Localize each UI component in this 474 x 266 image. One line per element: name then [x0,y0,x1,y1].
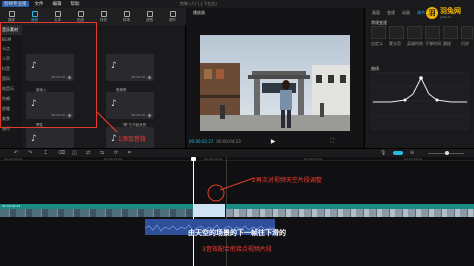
music-note-icon: ♪ [31,134,37,144]
add-icon[interactable]: + [147,75,152,80]
music-note-icon: ♪ [111,61,117,71]
preset-label: 蒙太奇 [389,41,401,46]
total-time: 00:00:04:23 [216,138,241,144]
preset-label: 闪进 [461,41,469,46]
preset-custom[interactable] [371,26,386,39]
annotation-arrow [96,111,118,133]
sound-card[interactable]: ♪ 00:00:30 + [106,54,154,81]
player-panel: 播放器 00:00:02:27 00:00:04:23 ▶ ⛶ [187,8,363,148]
crop-icon[interactable]: ⌗ [128,150,131,156]
speed-label: 常规变速 [371,20,387,25]
tab-transition[interactable]: 转场 [115,8,138,25]
rotate-icon[interactable]: ⟳ [114,150,118,156]
fullscreen-icon[interactable]: ⛶ [330,138,334,144]
sticker-icon [77,10,84,17]
subtitle-caption: 由天空的场景的下一帧往下滑的 [188,229,286,237]
audio-icon [31,10,38,17]
timeline-toolbar: ↶ ↷ ⌶ ⌫ ◫ ⇄ ⇆ ⟳ ⌗ 🎙 ⊖ [0,148,474,157]
tab-filter[interactable]: 滤镜 [138,8,161,25]
app-name: 剪映专业版 [2,1,29,7]
playback-bar: 00:00:02:27 00:00:04:23 ▶ ⛶ [187,136,363,146]
mirror-icon[interactable]: ⇆ [100,150,104,156]
curve-label: 曲线 [371,66,379,71]
preset-jump[interactable] [443,26,458,39]
text-icon [54,10,61,17]
playhead-handle[interactable] [191,157,196,161]
street-scene-image [200,35,350,131]
preset-hero[interactable] [407,26,422,39]
reverse-icon[interactable]: ⇄ [86,150,90,156]
zoom-slider-handle[interactable] [445,151,449,155]
music-note-icon: ♪ [111,99,117,109]
effects-icon [100,10,107,17]
player-title: 播放器 [193,10,205,15]
preset-label: 跳接 [443,41,451,46]
tab-adjust[interactable]: 调节 [161,8,184,25]
menu-file[interactable]: 文件 [35,1,44,7]
freeze-icon[interactable]: ◫ [72,150,77,156]
preset-montage[interactable] [389,26,404,39]
menu-help[interactable]: 帮助 [71,1,80,7]
media-icon [8,10,15,17]
menubar: 剪映专业版 文件 编辑 帮助 [0,0,474,8]
snap-toggle[interactable] [393,151,403,155]
delete-icon[interactable]: ⌫ [58,150,65,156]
annotation-box [0,22,97,128]
properties-panel: 画面 变速 动画 调节 常规变速 自定义 蒙太奇 英雄时刻 子弹时间 跳接 闪进… [364,8,474,148]
mic-icon[interactable]: 🎙 [380,150,386,156]
play-icon[interactable]: ▶ [271,138,276,145]
tab-speed[interactable]: 变速 [387,10,395,16]
adjust-icon [169,10,176,17]
video-clip-2[interactable] [226,204,474,217]
clip-thumbnails [226,209,474,217]
add-icon[interactable]: + [147,113,152,118]
video-clip-sky[interactable] [193,204,225,217]
annotation-step2: 2再次对视频天空片段调整 [252,177,322,184]
timeline-ruler: 00:00:00:00 00:00:01:00 00:00:02:00 00:0… [0,157,474,161]
preset-bullet[interactable] [425,26,440,39]
speed-curve-graph[interactable] [371,72,469,130]
preset-flash[interactable] [461,26,473,39]
link-icon[interactable]: ⊖ [410,150,414,156]
window-title: 剪映 (人) (上下左右) [180,1,217,6]
preset-label: 子弹时间 [425,41,441,46]
clip-thumbnails [0,209,193,217]
preset-label: 英雄时刻 [407,41,423,46]
undo-icon[interactable]: ↶ [14,150,18,156]
split-icon[interactable]: ⌶ [44,150,47,156]
current-time: 00:00:02:27 [189,138,214,144]
menu-edit[interactable]: 编辑 [53,1,62,7]
tab-picture[interactable]: 画面 [372,10,380,16]
filter-icon [146,10,153,17]
video-clip-1[interactable]: 00:00:04:23 [0,204,193,217]
brand-watermark: 羽 羽兔网 yutu.cn [426,0,468,26]
annotation-step1: 1添加音效 [118,136,146,143]
tab-adjust-prop[interactable]: 调节 [417,10,425,16]
video-preview [200,35,350,131]
brand-logo-icon: 羽 [426,7,438,19]
preset-label: 自定义 [371,41,383,46]
annotation-step3: 3音效配合衔接点视频片段 [202,246,272,253]
redo-icon[interactable]: ↷ [28,150,32,156]
transition-icon [123,10,130,17]
tab-animation[interactable]: 动画 [402,10,410,16]
